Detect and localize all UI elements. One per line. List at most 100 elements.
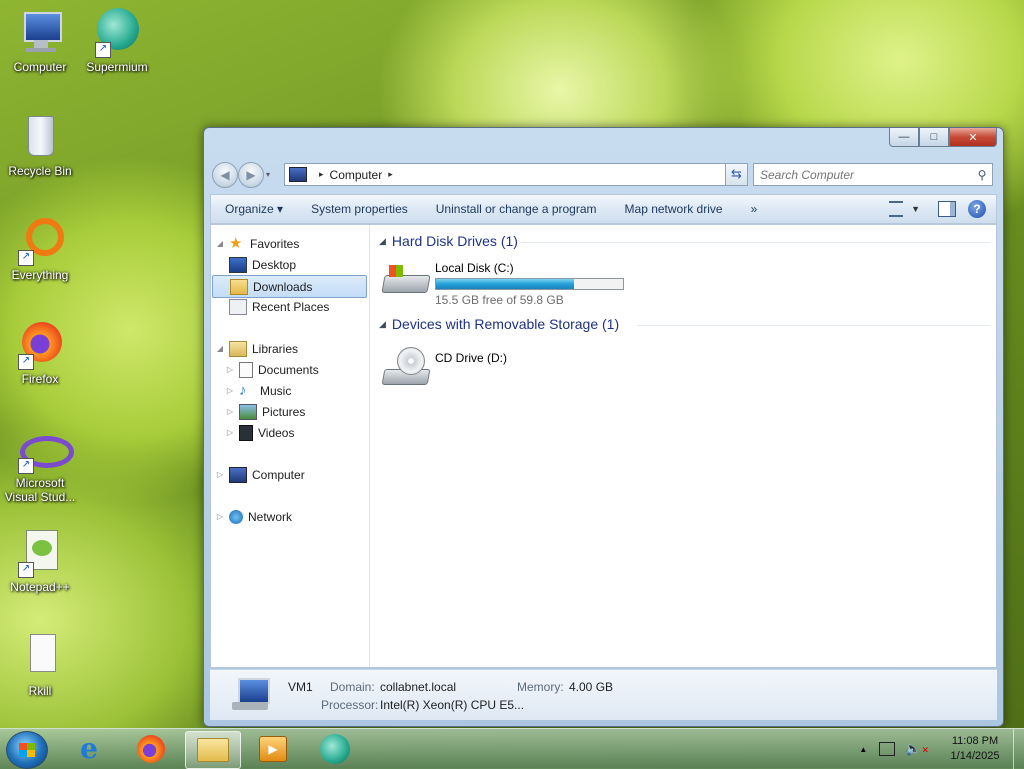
nav-pictures[interactable]: ▷ Pictures xyxy=(225,401,305,422)
star-icon: ★ xyxy=(229,234,243,252)
desktop-icon-firefox[interactable]: ↗ Firefox xyxy=(0,320,80,386)
nav-recent-places[interactable]: Recent Places xyxy=(225,296,329,317)
nav-label: Music xyxy=(260,383,292,398)
nav-documents[interactable]: ▷ Documents xyxy=(225,359,319,380)
view-controls: ▼ ? xyxy=(889,200,996,218)
domain-label: Domain: xyxy=(330,680,375,694)
drive-item-d[interactable]: CD Drive (D:) xyxy=(381,345,507,391)
media-player-icon: ▶ xyxy=(259,736,287,762)
shortcut-arrow-icon: ↗ xyxy=(18,250,34,266)
desktop-icon-computer[interactable]: Computer xyxy=(0,8,80,74)
nav-music[interactable]: ▷ ♪ Music xyxy=(225,380,291,401)
network-status-icon[interactable] xyxy=(879,742,896,756)
breadcrumb-separator[interactable]: ▸ xyxy=(388,169,393,180)
preview-pane-icon[interactable] xyxy=(938,201,956,217)
nav-videos[interactable]: ▷ Videos xyxy=(225,422,294,443)
more-commands-button[interactable]: » xyxy=(737,202,772,216)
breadcrumb-computer[interactable]: Computer xyxy=(330,168,383,182)
close-button[interactable]: ✕ xyxy=(949,128,997,147)
group-header-removable-storage[interactable]: ◢ Devices with Removable Storage (1) xyxy=(379,316,619,332)
nav-network[interactable]: ▷ Network xyxy=(215,506,292,527)
expanded-arrow-icon: ◢ xyxy=(216,344,224,353)
nav-label: Desktop xyxy=(252,257,297,272)
change-view-icon[interactable] xyxy=(889,201,904,217)
drive-item-c[interactable]: Local Disk (C:) 15.5 GB free of 59.8 GB xyxy=(381,261,624,307)
organize-menu[interactable]: Organize ▾ xyxy=(211,202,297,216)
refresh-icon: ⇆ xyxy=(731,166,742,181)
libraries-icon xyxy=(229,340,247,357)
taskbar-file-explorer[interactable] xyxy=(185,731,241,769)
start-button[interactable] xyxy=(6,731,48,769)
recent-pages-dropdown[interactable]: ▾ xyxy=(266,170,270,179)
volume-muted-icon[interactable]: 🔈✕ xyxy=(905,741,929,757)
navigation-pane: ◢ ★ Favorites Desktop Downloads Recent P… xyxy=(211,225,370,667)
shortcut-arrow-icon: ↗ xyxy=(18,458,34,474)
shortcut-arrow-icon: ↗ xyxy=(18,562,34,578)
back-button[interactable]: ◀ xyxy=(212,162,238,188)
system-properties-button[interactable]: System properties xyxy=(297,202,422,216)
drive-label: Local Disk (C:) xyxy=(435,261,514,275)
nav-label: Videos xyxy=(258,425,295,440)
refresh-button[interactable]: ⇆ xyxy=(725,163,748,186)
nav-computer[interactable]: ▷ Computer xyxy=(215,464,305,485)
windows-logo-icon xyxy=(19,750,35,757)
computer-icon xyxy=(289,167,307,182)
taskbar-media-player[interactable]: ▶ xyxy=(246,731,300,767)
folder-icon xyxy=(197,738,229,762)
forward-arrow-icon: ▶ xyxy=(246,168,256,182)
search-box[interactable]: ⚲ xyxy=(753,163,993,186)
view-options-dropdown[interactable]: ▼ xyxy=(911,204,920,214)
desktop-icon-notepadpp[interactable]: ↗ Notepad++ xyxy=(0,528,80,594)
map-network-drive-button[interactable]: Map network drive xyxy=(611,202,737,216)
nav-label: Network xyxy=(248,509,293,524)
nav-desktop[interactable]: Desktop xyxy=(225,254,296,275)
desktop-icon-label: Notepad++ xyxy=(10,580,70,594)
nav-label: Recent Places xyxy=(252,299,330,314)
desktop-icon-visual-studio[interactable]: ↗ Microsoft Visual Stud... xyxy=(0,424,80,504)
desktop-icon-label: Recycle Bin xyxy=(8,164,72,178)
minimize-button[interactable]: — xyxy=(889,128,919,147)
forward-button[interactable]: ▶ xyxy=(238,162,264,188)
desktop-icon-recycle-bin[interactable]: Recycle Bin xyxy=(0,112,80,178)
processor-label: Processor: xyxy=(321,698,379,712)
search-icon: ⚲ xyxy=(977,167,987,182)
nav-label: Downloads xyxy=(253,279,313,294)
show-desktop-button[interactable] xyxy=(1013,729,1024,769)
drive-capacity-bar xyxy=(435,278,624,290)
group-divider xyxy=(521,242,990,243)
drive-label: CD Drive (D:) xyxy=(435,351,507,365)
internet-explorer-icon: e xyxy=(80,732,98,765)
nav-label: Pictures xyxy=(262,404,306,419)
desktop-icon-rkill[interactable]: Rkill xyxy=(0,632,80,698)
taskbar-internet-explorer[interactable]: e xyxy=(62,731,116,767)
address-bar[interactable]: ▸ Computer ▸ ▼ xyxy=(284,163,747,186)
maximize-button[interactable]: □ xyxy=(919,128,949,147)
nav-label: Computer xyxy=(252,467,305,482)
nav-label: Documents xyxy=(258,362,319,377)
nav-libraries[interactable]: ◢ Libraries xyxy=(215,338,298,359)
nav-favorites[interactable]: ◢ ★ Favorites xyxy=(215,233,299,254)
search-input[interactable] xyxy=(754,166,972,183)
group-header-hard-disk-drives[interactable]: ◢ Hard Disk Drives (1) xyxy=(379,233,518,249)
taskbar-firefox[interactable] xyxy=(124,731,178,767)
desktop-icon-label: Computer xyxy=(13,60,67,74)
memory-label: Memory: xyxy=(517,680,564,694)
uninstall-program-button[interactable]: Uninstall or change a program xyxy=(422,202,611,216)
clock[interactable]: 11:08 PM 1/14/2025 xyxy=(941,734,1009,764)
taskbar-supermium[interactable] xyxy=(308,731,362,767)
nav-downloads[interactable]: Downloads xyxy=(212,275,367,298)
clock-date: 1/14/2025 xyxy=(950,750,1000,762)
desktop-icon-supermium[interactable]: ↗ Supermium xyxy=(77,8,157,74)
firefox-icon: ↗ xyxy=(16,320,64,370)
help-button[interactable]: ? xyxy=(968,200,986,218)
collapsed-arrow-icon: ▷ xyxy=(226,365,234,374)
computer-icon xyxy=(229,466,247,483)
collapsed-arrow-icon: ▷ xyxy=(216,512,224,521)
show-hidden-icons-button[interactable]: ▲ xyxy=(859,745,867,754)
desktop-icon-everything[interactable]: ↗ Everything xyxy=(0,216,80,282)
processor-value: Intel(R) Xeon(R) CPU E5... xyxy=(380,698,525,712)
desktop-icon-label: Rkill xyxy=(28,684,52,698)
breadcrumb-separator[interactable]: ▸ xyxy=(319,169,324,180)
caption-buttons: — □ ✕ xyxy=(889,128,997,147)
memory-value: 4.00 GB xyxy=(569,680,614,694)
